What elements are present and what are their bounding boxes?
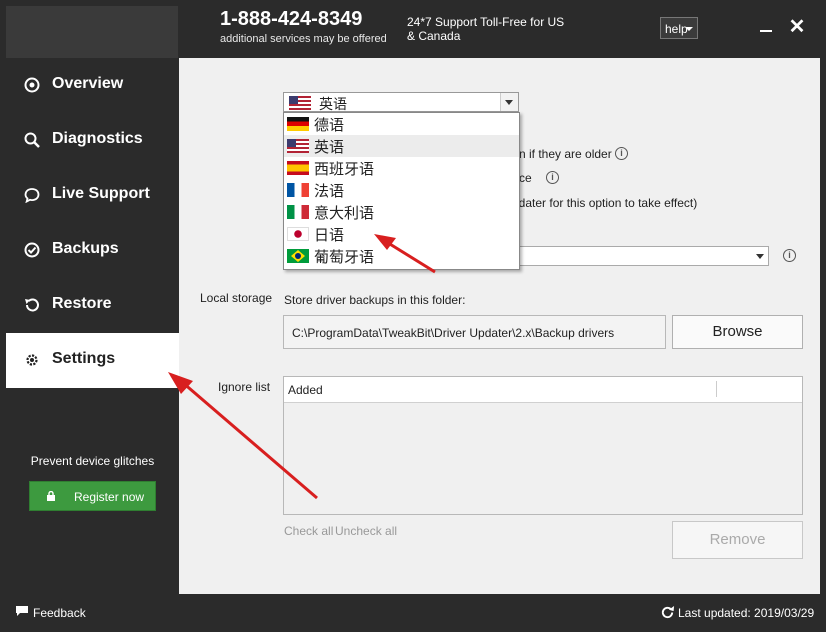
sidebar-item-label: Overview [52,75,124,92]
language-option-french[interactable]: 法语 [284,179,519,201]
minimize-icon[interactable] [760,21,774,35]
us-flag-icon [289,96,311,110]
language-option-japanese[interactable]: 日语 [284,223,519,245]
option-device: ce [519,171,532,185]
backup-path-value: C:\ProgramData\TweakBit\Driver Updater\2… [292,326,615,340]
browse-button[interactable]: Browse [672,315,803,349]
spanish-flag-icon [287,161,309,175]
remove-button[interactable]: Remove [672,521,803,559]
sidebar-item-label: Live Support [52,185,150,202]
language-option-spanish[interactable]: 西班牙语 [284,157,519,179]
language-option-label: 意大利语 [314,205,375,222]
phone-note: additional services may be offered [220,33,387,45]
local-storage-label: Local storage [200,291,273,305]
column-added[interactable]: Added [288,383,323,397]
language-option-portuguese[interactable]: 葡萄牙语 [284,245,519,267]
language-option-label: 英语 [314,139,345,156]
restore-icon [25,298,39,312]
app-window: 1-888-424-8349 additional services may b… [0,0,826,632]
folder-caption: Store driver backups in this folder: [284,293,466,307]
promo-text: Prevent device glitches [30,454,155,468]
footer-bar: Feedback Last updated: 2019/03/29 [0,594,826,632]
backup-icon [24,242,40,258]
language-select[interactable]: 英语 [283,92,519,112]
support-phone: 1-888-424-8349 [220,8,363,30]
sidebar-item-label: Backups [52,240,119,257]
header-bar: 1-888-424-8349 additional services may b… [0,0,826,70]
language-option-label: 西班牙语 [314,161,375,178]
ignore-list-table[interactable]: Added [283,376,803,515]
language-dropdown-list: 德语 英语 西班牙语 法语 意大利语 日语 葡萄牙语 [283,112,520,270]
french-flag-icon [287,183,309,197]
japanese-flag-icon [287,227,309,241]
register-button[interactable]: Register now [29,481,156,511]
sidebar-item-settings[interactable]: Settings [6,333,179,388]
language-option-label: 法语 [314,183,345,200]
secondary-select[interactable] [519,246,769,266]
feedback-link[interactable]: Feedback [33,606,86,620]
sidebar-item-backups[interactable]: Backups [6,223,179,278]
check-all-link[interactable]: Check all [284,524,333,538]
gear-icon [26,354,38,366]
info-icon[interactable]: i [615,147,628,160]
language-option-label: 日语 [314,227,345,244]
sidebar: Overview Diagnostics Live Support Backup… [6,58,179,594]
chevron-down-icon [685,27,693,31]
chat-icon [24,188,40,203]
ignore-list-label: Ignore list [218,380,271,394]
sidebar-item-live-support[interactable]: Live Support [6,168,179,223]
language-option-german[interactable]: 德语 [284,113,519,135]
language-value: 英语 [319,96,347,112]
backup-path-field[interactable]: C:\ProgramData\TweakBit\Driver Updater\2… [283,315,666,349]
sidebar-item-label: Settings [52,350,116,367]
feedback-icon [16,606,28,616]
table-header: Added [284,377,802,403]
uncheck-all-link[interactable]: Uncheck all [335,524,397,538]
search-icon [24,132,40,148]
language-option-label: 葡萄牙语 [314,249,375,266]
close-icon[interactable]: ✕ [788,17,806,37]
language-option-label: 德语 [314,117,345,134]
chevron-down-icon[interactable] [500,93,518,111]
option-update-older: n if they are older [519,147,612,161]
italian-flag-icon [287,205,309,219]
help-button[interactable]: help [660,17,698,39]
us-flag-icon [287,139,309,153]
column-separator [716,381,717,397]
register-label: Register now [74,490,145,504]
german-flag-icon [287,117,309,131]
sidebar-item-restore[interactable]: Restore [6,278,179,333]
sidebar-item-overview[interactable]: Overview [6,58,179,113]
brazil-flag-icon [287,249,309,263]
lock-icon [47,491,55,501]
info-icon[interactable]: i [783,249,796,262]
language-option-italian[interactable]: 意大利语 [284,201,519,223]
support-text: 24*7 Support Toll-Free for US & Canada [407,15,565,43]
last-updated-text: Last updated: 2019/03/29 [678,606,815,620]
language-option-english[interactable]: 英语 [284,135,519,157]
refresh-icon[interactable] [660,605,675,620]
sidebar-item-label: Diagnostics [52,130,143,147]
option-restart-note: pdater for this option to take effect) [512,196,698,210]
info-icon[interactable]: i [546,171,559,184]
sidebar-item-diagnostics[interactable]: Diagnostics [6,113,179,168]
overview-icon [24,77,40,93]
sidebar-item-label: Restore [52,295,112,312]
